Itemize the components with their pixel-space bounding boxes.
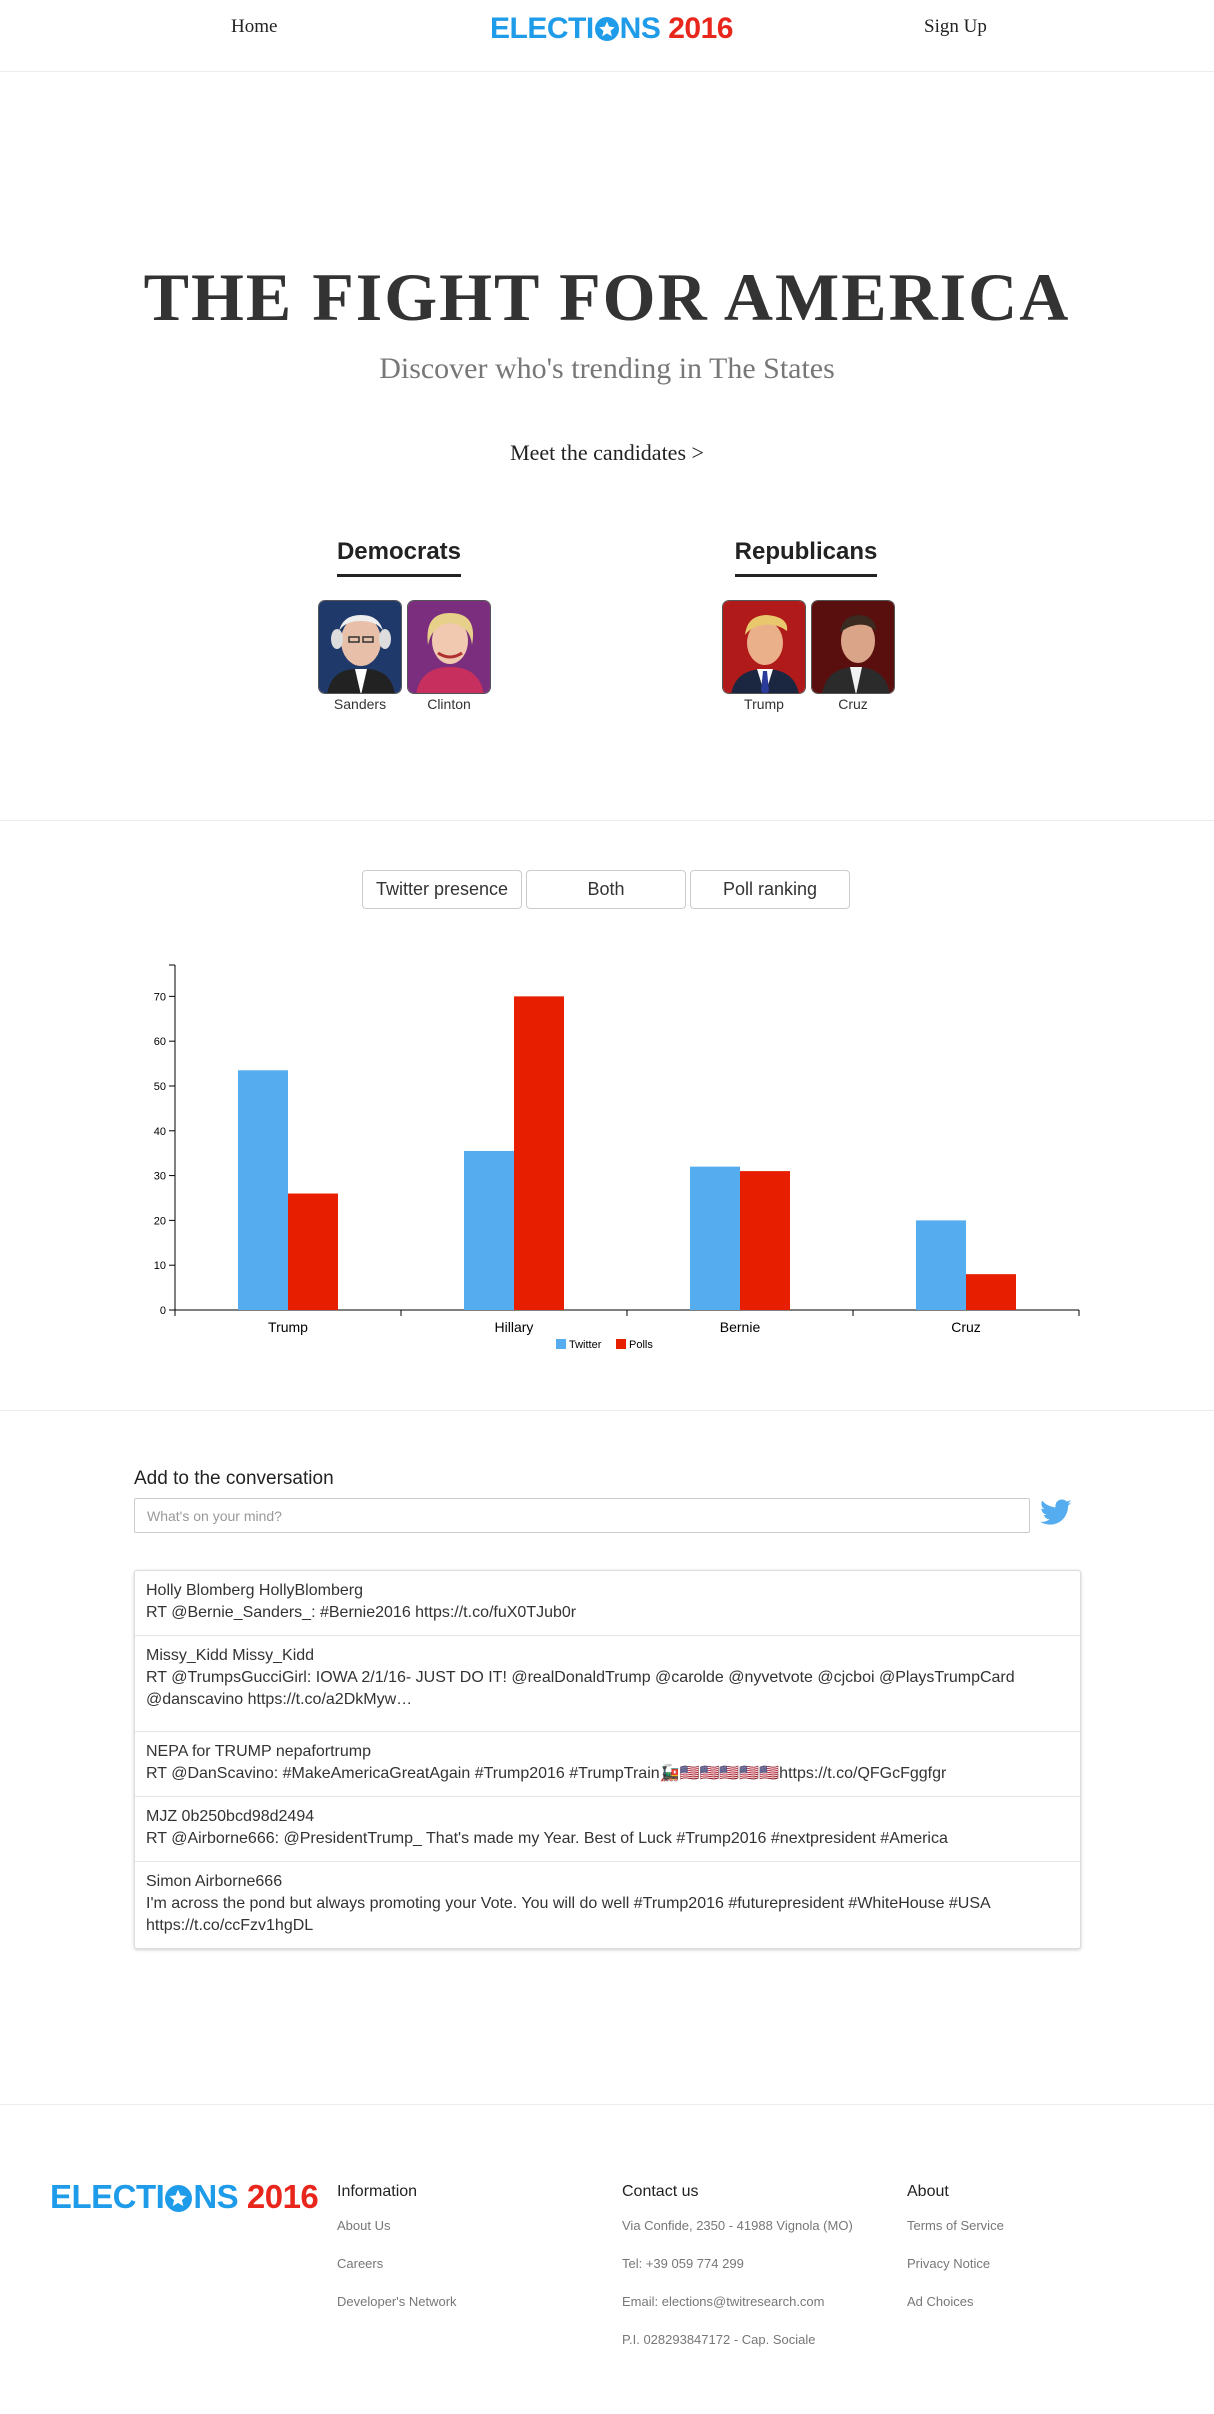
top-nav: Home ELECTI NS 2016 Sign Up bbox=[0, 0, 1214, 72]
tweet-user: MJZ 0b250bcd98d2494 bbox=[146, 1808, 315, 1825]
conversation-title: Add to the conversation bbox=[134, 1468, 334, 1489]
candidate-cruz[interactable]: Cruz bbox=[811, 600, 895, 712]
tweet-user: Holly Blomberg HollyBlomberg bbox=[146, 1582, 363, 1599]
footer-link-careers[interactable]: Careers bbox=[337, 2256, 457, 2272]
logo-year: 2016 bbox=[246, 2178, 319, 2215]
footer-link-about-us[interactable]: About Us bbox=[337, 2218, 457, 2234]
bar-twitter-hillary bbox=[464, 1150, 514, 1310]
logo-text-2: NS bbox=[193, 2178, 239, 2215]
logo-text-1: ELECTI bbox=[50, 2178, 165, 2215]
twitter-bird-icon[interactable] bbox=[1038, 1496, 1074, 1535]
footer-contact: Contact us Via Confide, 2350 - 41988 Vig… bbox=[622, 2183, 853, 2370]
hero-title: THE FIGHT FOR AMERICA bbox=[143, 259, 1071, 335]
legend-label-twitter: Twitter bbox=[569, 1339, 602, 1351]
y-tick-label: 20 bbox=[154, 1215, 166, 1227]
bar-polls-trump bbox=[288, 1193, 338, 1310]
tweet-user: Missy_Kidd Missy_Kidd bbox=[146, 1647, 315, 1664]
section-divider bbox=[0, 1410, 1214, 1411]
candidate-clinton[interactable]: Clinton bbox=[407, 600, 491, 712]
sanders-portrait bbox=[318, 600, 402, 694]
tweet-text: RT @Airborne666: @PresidentTrump_ That's… bbox=[146, 1830, 948, 1847]
both-button[interactable]: Both bbox=[526, 870, 686, 909]
logo-star-icon bbox=[594, 17, 619, 41]
chart-toggle-group: Twitter presence Both Poll ranking bbox=[362, 870, 850, 909]
bar-polls-hillary bbox=[514, 996, 564, 1310]
meet-candidates-link[interactable]: Meet the candidates > bbox=[0, 440, 1214, 466]
footer-link-ad-choices[interactable]: Ad Choices bbox=[907, 2294, 1004, 2310]
footer-contact-title: Contact us bbox=[622, 2183, 699, 2200]
tweet-input[interactable] bbox=[134, 1498, 1030, 1533]
cruz-portrait bbox=[811, 600, 895, 694]
tweet-text: RT @DanScavino: #MakeAmericaGreatAgain #… bbox=[146, 1765, 947, 1782]
tweet-item: NEPA for TRUMP nepafortrump RT @DanScavi… bbox=[135, 1732, 1080, 1797]
footer-email: Email: elections@twitresearch.com bbox=[622, 2294, 825, 2309]
trump-portrait bbox=[722, 600, 806, 694]
x-tick-label: Trump bbox=[268, 1319, 308, 1335]
tweet-item: Holly Blomberg HollyBlomberg RT @Bernie_… bbox=[135, 1571, 1080, 1636]
bar-polls-cruz bbox=[966, 1274, 1016, 1310]
footer-information-title: Information bbox=[337, 2183, 418, 2200]
logo-text-1: ELECTI bbox=[490, 12, 594, 45]
x-tick-label: Hillary bbox=[495, 1319, 534, 1335]
y-tick-label: 50 bbox=[154, 1081, 166, 1093]
legend-label-polls: Polls bbox=[629, 1339, 653, 1351]
bar-twitter-bernie bbox=[690, 1166, 740, 1310]
bar-polls-bernie bbox=[740, 1171, 790, 1310]
hero-subtitle: Discover who's trending in The States bbox=[379, 352, 835, 385]
x-tick-label: Bernie bbox=[720, 1319, 761, 1335]
y-tick-label: 70 bbox=[154, 991, 166, 1003]
footer-logo[interactable]: ELECTI NS 2016 bbox=[50, 2178, 319, 2216]
logo-year: 2016 bbox=[668, 12, 733, 45]
republicans-heading-wrap: Republicans bbox=[686, 538, 926, 577]
candidate-name: Cruz bbox=[838, 696, 868, 712]
logo-text-2: NS bbox=[619, 12, 661, 45]
democrats-heading: Democrats bbox=[336, 538, 462, 577]
candidate-name: Clinton bbox=[427, 696, 471, 712]
democrats-heading-wrap: Democrats bbox=[279, 538, 519, 577]
x-tick-label: Cruz bbox=[951, 1319, 981, 1335]
candidate-name: Trump bbox=[744, 696, 784, 712]
legend-swatch-twitter bbox=[556, 1339, 566, 1349]
footer-address: Via Confide, 2350 - 41988 Vignola (MO) bbox=[622, 2218, 853, 2233]
tweet-feed: Holly Blomberg HollyBlomberg RT @Bernie_… bbox=[134, 1570, 1081, 1949]
footer-vat: P.I. 028293847172 - Cap. Sociale bbox=[622, 2332, 816, 2347]
bar-twitter-cruz bbox=[916, 1220, 966, 1310]
y-tick-label: 0 bbox=[160, 1305, 166, 1317]
footer-link-developers[interactable]: Developer's Network bbox=[337, 2294, 457, 2310]
tweet-text: I'm across the pond but always promoting… bbox=[146, 1895, 990, 1934]
twitter-vs-polls-chart: 0 10 20 30 40 50 60 70 Trump Hillary Bernie Cruz Twi… bbox=[154, 964, 1080, 1351]
y-tick-label: 60 bbox=[154, 1036, 166, 1048]
tweet-user: Simon Airborne666 bbox=[146, 1873, 283, 1890]
tweet-item: MJZ 0b250bcd98d2494 RT @Airborne666: @Pr… bbox=[135, 1797, 1080, 1862]
section-divider bbox=[0, 2104, 1214, 2105]
republicans-heading: Republicans bbox=[734, 538, 878, 577]
section-divider bbox=[0, 820, 1214, 821]
tweet-text: RT @Bernie_Sanders_: #Bernie2016 https:/… bbox=[146, 1604, 577, 1621]
footer-about: About Terms of Service Privacy Notice Ad… bbox=[907, 2183, 1004, 2332]
tweet-user: NEPA for TRUMP nepafortrump bbox=[146, 1743, 371, 1760]
footer-link-privacy[interactable]: Privacy Notice bbox=[907, 2256, 1004, 2272]
clinton-portrait bbox=[407, 600, 491, 694]
poll-ranking-button[interactable]: Poll ranking bbox=[690, 870, 850, 909]
tweet-item: Simon Airborne666 I'm across the pond bu… bbox=[135, 1862, 1080, 1948]
footer-about-title: About bbox=[907, 2183, 949, 2200]
candidate-sanders[interactable]: Sanders bbox=[318, 600, 402, 712]
logo-star-icon bbox=[165, 2185, 193, 2212]
footer-phone: Tel: +39 059 774 299 bbox=[622, 2256, 744, 2271]
twitter-presence-button[interactable]: Twitter presence bbox=[362, 870, 522, 909]
footer-information: Information About Us Careers Developer's… bbox=[337, 2183, 457, 2332]
footer-link-terms[interactable]: Terms of Service bbox=[907, 2218, 1004, 2234]
tweet-item: Missy_Kidd Missy_Kidd RT @TrumpsGucciGir… bbox=[135, 1636, 1080, 1732]
legend-swatch-polls bbox=[616, 1339, 626, 1349]
bar-twitter-trump bbox=[238, 1070, 288, 1310]
home-link[interactable]: Home bbox=[231, 16, 277, 38]
y-tick-label: 40 bbox=[154, 1126, 166, 1138]
candidate-name: Sanders bbox=[333, 696, 387, 712]
y-tick-label: 10 bbox=[154, 1260, 166, 1272]
y-tick-label: 30 bbox=[154, 1171, 166, 1183]
signup-link[interactable]: Sign Up bbox=[924, 16, 987, 38]
tweet-text: RT @TrumpsGucciGirl: IOWA 2/1/16- JUST D… bbox=[146, 1669, 1015, 1708]
elections-logo[interactable]: ELECTI NS 2016 bbox=[490, 12, 733, 46]
candidate-trump[interactable]: Trump bbox=[722, 600, 806, 712]
